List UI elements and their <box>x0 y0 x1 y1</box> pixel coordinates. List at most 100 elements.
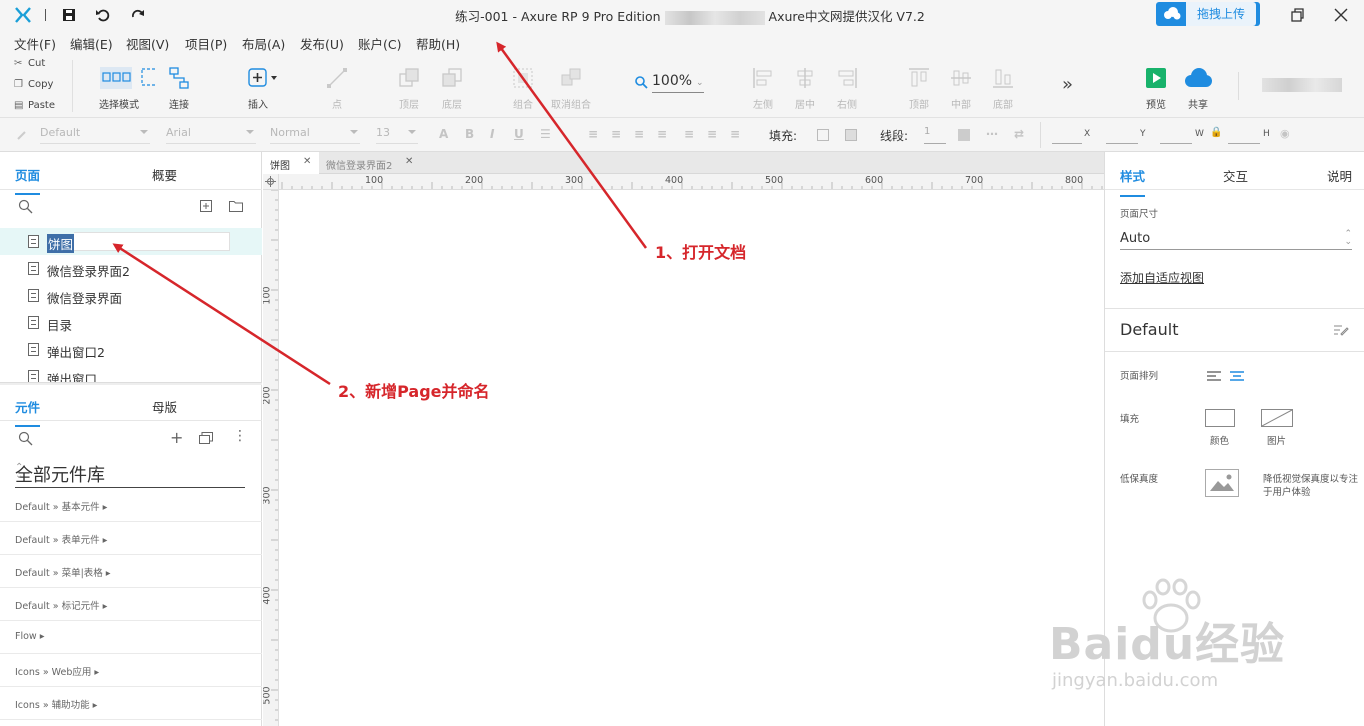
align-top-button[interactable]: 顶部 <box>904 54 934 118</box>
page-item-pie-chart[interactable]: 饼图 <box>0 228 262 255</box>
tab-masters[interactable]: 母版 <box>152 397 177 416</box>
page-item[interactable]: 微信登录界面2 <box>0 255 262 282</box>
tab-interactions[interactable]: 交互 <box>1223 166 1248 185</box>
fill-shadow-swatch[interactable] <box>845 129 857 141</box>
zoom-selector[interactable]: 100% ⌄ <box>634 72 706 93</box>
share-button[interactable]: 共享 <box>1180 54 1216 118</box>
align-left-button[interactable]: 左侧 <box>748 54 778 118</box>
menu-publish[interactable]: 发布(U) <box>300 34 344 53</box>
align-page-center-icon[interactable] <box>1230 370 1244 382</box>
doc-tab-active[interactable]: 饼图 ✕ <box>263 152 319 174</box>
font-select[interactable]: Arial <box>166 126 256 144</box>
stroke-color-swatch[interactable] <box>958 129 970 141</box>
align-center-button[interactable]: 居中 <box>790 54 820 118</box>
font-color-icon[interactable]: A <box>439 127 448 141</box>
page-size-select[interactable]: Auto ⌃ ⌄ <box>1120 228 1352 250</box>
page-item[interactable]: 弹出窗口 <box>0 363 262 382</box>
lock-icon[interactable]: 🔒 <box>1210 127 1222 138</box>
valign-bottom-icon[interactable]: ≡ <box>730 127 740 141</box>
menu-view[interactable]: 视图(V) <box>126 34 169 53</box>
group-button[interactable]: 组合 <box>508 54 538 118</box>
library-stack-icon[interactable] <box>199 432 213 444</box>
align-text-justify-icon[interactable]: ≡ <box>657 127 667 141</box>
stroke-width-input[interactable]: 1 <box>924 126 946 144</box>
doc-tab[interactable]: 微信登录界面2 ✕ <box>319 152 421 174</box>
library-group[interactable]: Flow ▸ <box>0 621 262 654</box>
library-group[interactable]: Default » 基本元件 ▸ <box>0 489 262 522</box>
visibility-eye-icon[interactable]: ◉ <box>1280 127 1290 140</box>
close-tab-icon[interactable]: ✕ <box>303 156 311 167</box>
library-group[interactable]: Default » 菜单|表格 ▸ <box>0 555 262 588</box>
ruler-origin-icon[interactable] <box>263 174 279 190</box>
search-icon[interactable] <box>18 199 33 214</box>
save-icon[interactable] <box>61 7 77 23</box>
text-list-icon[interactable]: ☰ <box>540 127 551 141</box>
account-avatar[interactable] <box>1262 78 1342 92</box>
align-bottom-button[interactable]: 底部 <box>988 54 1018 118</box>
restore-icon[interactable] <box>1288 6 1306 24</box>
menu-edit[interactable]: 编辑(E) <box>70 34 113 53</box>
search-icon[interactable] <box>18 431 33 446</box>
valign-middle-icon[interactable]: ≡ <box>707 127 717 141</box>
drag-upload-button[interactable]: 拖拽上传 <box>1156 2 1260 26</box>
tab-notes[interactable]: 说明 <box>1327 166 1352 185</box>
fill-color-swatch[interactable] <box>1205 409 1235 427</box>
more-options-icon[interactable]: ⋮ <box>233 428 247 444</box>
tab-style[interactable]: 样式 <box>1120 166 1146 197</box>
point-button[interactable]: 点 <box>322 54 352 118</box>
width-input[interactable] <box>1160 126 1192 144</box>
menu-arrange[interactable]: 布局(A) <box>242 34 285 53</box>
align-middle-button[interactable]: 中部 <box>946 54 976 118</box>
tab-outline[interactable]: 概要 <box>152 165 177 184</box>
send-to-back-button[interactable]: 底层 <box>436 54 468 118</box>
page-item[interactable]: 目录 <box>0 309 262 336</box>
align-text-left-icon[interactable]: ≡ <box>588 127 598 141</box>
style-select[interactable]: Default <box>40 126 150 144</box>
menu-file[interactable]: 文件(F) <box>14 34 56 53</box>
font-size-select[interactable]: 13 <box>376 126 418 144</box>
italic-icon[interactable]: I <box>490 127 494 141</box>
close-tab-icon[interactable]: ✕ <box>405 156 413 167</box>
add-library-icon[interactable]: + <box>170 428 183 447</box>
valign-top-icon[interactable]: ≡ <box>684 127 694 141</box>
more-tools-chevron-icon[interactable]: » <box>1062 74 1073 95</box>
stroke-pattern-icon[interactable]: ⋯ <box>986 127 998 141</box>
redo-icon[interactable] <box>130 7 146 23</box>
select-mode-button[interactable]: 选择模式 <box>84 54 156 118</box>
font-weight-select[interactable]: Normal <box>270 126 360 144</box>
y-input[interactable] <box>1106 126 1138 144</box>
ungroup-button[interactable]: 取消组合 <box>548 54 594 118</box>
align-page-left-icon[interactable] <box>1207 370 1221 382</box>
design-canvas[interactable] <box>279 190 1104 726</box>
copy-button[interactable]: ❐ Copy <box>14 79 53 90</box>
bring-to-front-button[interactable]: 顶层 <box>393 54 425 118</box>
library-group[interactable]: Icons » Web应用 ▸ <box>0 654 262 687</box>
undo-icon[interactable] <box>95 7 111 23</box>
menu-account[interactable]: 账户(C) <box>358 34 401 53</box>
low-fidelity-image-icon[interactable] <box>1205 469 1239 497</box>
page-rename-input[interactable] <box>74 232 230 251</box>
add-folder-icon[interactable] <box>229 200 243 212</box>
align-text-right-icon[interactable]: ≡ <box>634 127 644 141</box>
page-name-editing[interactable]: 饼图 <box>47 234 75 253</box>
bold-icon[interactable]: B <box>465 127 474 141</box>
edit-style-icon[interactable] <box>1333 323 1349 337</box>
page-item[interactable]: 微信登录界面 <box>0 282 262 309</box>
add-adaptive-view-link[interactable]: 添加自适应视图 <box>1120 269 1204 286</box>
menu-help[interactable]: 帮助(H) <box>416 34 460 53</box>
page-item[interactable]: 弹出窗口2 <box>0 336 262 363</box>
cut-button[interactable]: ✂ Cut <box>14 58 45 69</box>
preview-button[interactable]: 预览 <box>1140 54 1172 118</box>
close-icon[interactable] <box>1332 6 1350 24</box>
menu-project[interactable]: 项目(P) <box>185 34 227 53</box>
height-input[interactable] <box>1228 126 1260 144</box>
align-right-button[interactable]: 右侧 <box>832 54 862 118</box>
arrow-style-icon[interactable]: ⇄ <box>1014 127 1024 141</box>
fill-image-icon[interactable] <box>1261 409 1293 427</box>
add-page-icon[interactable] <box>200 200 212 212</box>
connect-button[interactable]: 连接 <box>160 54 198 118</box>
underline-icon[interactable]: U <box>514 127 524 141</box>
x-input[interactable] <box>1052 126 1082 144</box>
library-group[interactable]: Default » 表单元件 ▸ <box>0 522 262 555</box>
library-group[interactable]: Default » 标记元件 ▸ <box>0 588 262 621</box>
